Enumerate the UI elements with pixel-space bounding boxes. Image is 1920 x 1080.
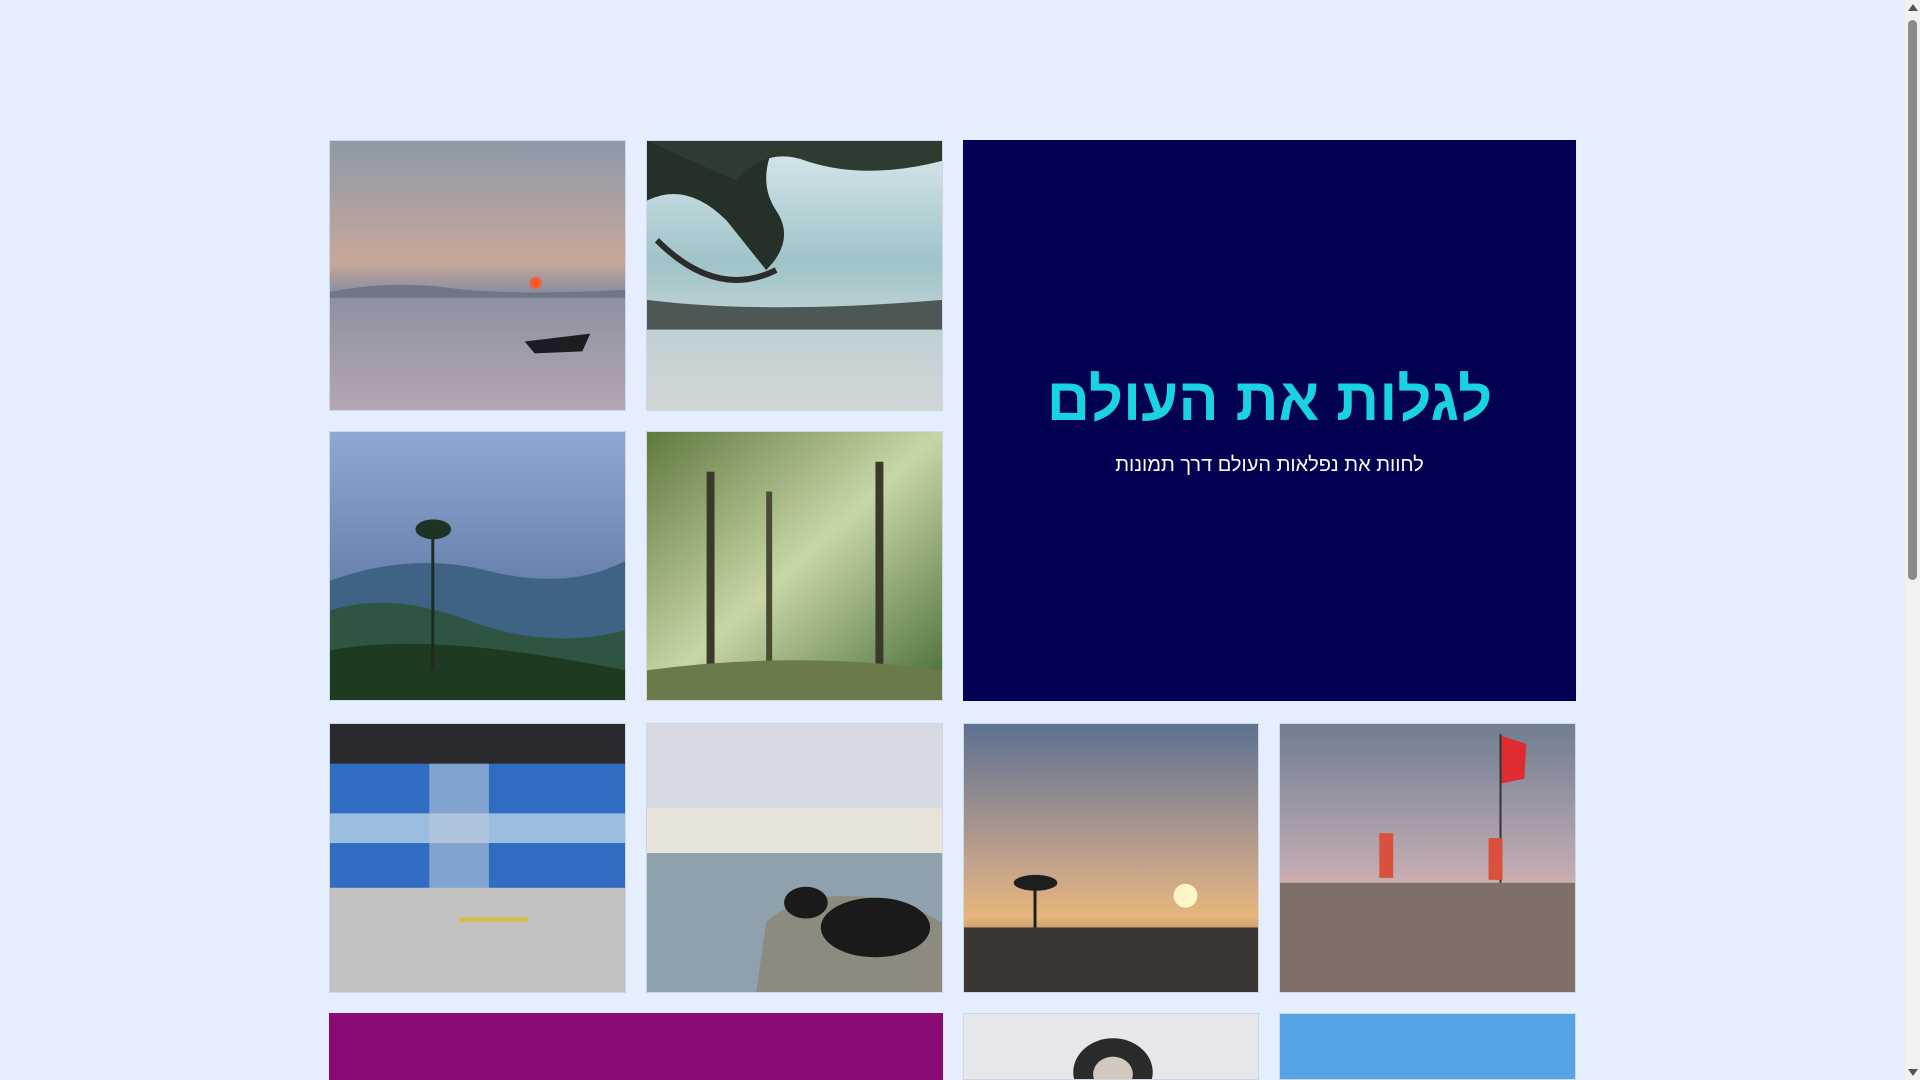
palm-forest-photo[interactable] [646,431,943,701]
hero-title: לגלות את העולם [1046,366,1493,433]
scroll-down-icon[interactable] [1908,1069,1918,1076]
blue-train-photo[interactable] [329,723,626,993]
sunset-boat-photo[interactable] [329,140,626,411]
photo-gallery: לגלות את העולם לחוות את נפלאות העולם דרך… [0,0,1920,1080]
hero-panel: לגלות את העולם לחוות את נפלאות העולם דרך… [963,140,1576,701]
beach-hammock-photo[interactable] [646,140,943,411]
beach-flag-photo[interactable] [1279,723,1576,993]
vertical-scrollbar[interactable] [1905,0,1920,1080]
blue-sky-photo[interactable] [1279,1013,1576,1080]
sunset-trees-photo[interactable] [963,723,1259,993]
monkey-photo[interactable] [963,1013,1259,1080]
scroll-up-icon[interactable] [1908,4,1918,11]
scroll-thumb[interactable] [1908,20,1917,580]
misty-mountains-photo[interactable] [329,431,626,701]
accent-tile [329,1013,943,1080]
hero-subtitle: לחוות את נפלאות העולם דרך תמונות [1115,454,1424,476]
lakeside-cow-photo[interactable] [646,723,943,993]
